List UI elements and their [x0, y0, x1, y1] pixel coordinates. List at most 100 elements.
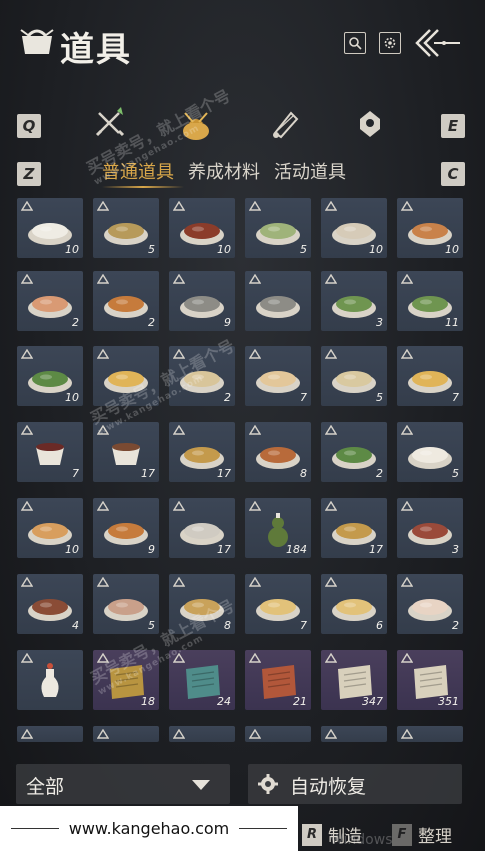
key-hint-r: R	[302, 823, 322, 846]
settings-button[interactable]	[379, 32, 401, 54]
item-slot[interactable]: 21	[245, 650, 311, 710]
oyster-icon	[180, 296, 224, 319]
item-quantity: 10	[65, 391, 79, 404]
greens-bowl-icon	[332, 296, 376, 319]
item-slot[interactable]: 10	[17, 498, 83, 558]
item-slot[interactable]: 9	[169, 271, 235, 331]
chevron-down-icon	[192, 780, 210, 790]
item-quantity: 17	[369, 543, 383, 556]
item-slot[interactable]	[17, 650, 83, 710]
item-slot[interactable]: 17	[93, 422, 159, 482]
item-quantity: 18	[141, 695, 155, 708]
tab-event-items[interactable]: 活动道具	[274, 158, 346, 184]
sort-label: 整理	[418, 827, 452, 847]
sort-button[interactable]: F 整理	[392, 822, 452, 847]
greens-plate-icon	[332, 447, 376, 470]
flatbread-icon	[332, 599, 376, 622]
key-hint-z[interactable]: Z	[17, 162, 41, 186]
header: 道具	[0, 0, 485, 90]
item-quantity: 9	[148, 543, 155, 556]
item-slot[interactable]: 4	[17, 574, 83, 634]
item-slot[interactable]	[169, 726, 235, 742]
oyster-icon	[256, 296, 300, 319]
item-slot[interactable]: 351	[397, 650, 463, 710]
item-quantity: 351	[438, 695, 459, 708]
item-slot[interactable]: 10	[397, 198, 463, 258]
item-slot[interactable]	[245, 271, 311, 331]
search-button[interactable]	[344, 32, 366, 54]
item-tier-icon	[249, 729, 261, 739]
item-slot[interactable]: 7	[245, 346, 311, 406]
item-slot[interactable]: 347	[321, 650, 387, 710]
auto-restore-label: 自动恢复	[290, 776, 367, 798]
key-hint-q[interactable]: Q	[17, 114, 41, 138]
back-arrow-icon[interactable]	[414, 26, 462, 60]
fish-fillet-icon	[28, 296, 72, 319]
item-slot[interactable]: 10	[17, 198, 83, 258]
item-quantity: 2	[452, 619, 459, 632]
item-slot[interactable]	[245, 726, 311, 742]
item-quantity: 5	[376, 391, 383, 404]
item-slot[interactable]: 5	[245, 198, 311, 258]
item-slot[interactable]: 2	[93, 271, 159, 331]
item-slot[interactable]: 10	[169, 198, 235, 258]
key-hint-c[interactable]: C	[441, 162, 465, 186]
key-hint-e[interactable]: E	[441, 114, 465, 138]
tab-map[interactable]	[350, 104, 390, 144]
item-slot[interactable]: 8	[245, 422, 311, 482]
item-slot[interactable]: 9	[93, 498, 159, 558]
key-hint-f: F	[392, 823, 412, 846]
item-slot[interactable]: 5	[397, 422, 463, 482]
item-slot[interactable]: 18	[93, 650, 159, 710]
item-quantity: 17	[217, 467, 231, 480]
item-slot[interactable]: 10	[321, 198, 387, 258]
location-pin-icon	[360, 111, 380, 137]
item-slot[interactable]: 2	[321, 422, 387, 482]
item-slot[interactable]: 184	[245, 498, 311, 558]
item-quantity: 3	[376, 316, 383, 329]
item-slot[interactable]: 2	[169, 346, 235, 406]
item-quantity: 10	[445, 243, 459, 256]
item-slot[interactable]: 7	[397, 346, 463, 406]
item-quantity: 21	[293, 695, 307, 708]
item-quantity: 17	[141, 467, 155, 480]
tab-scrolls[interactable]	[264, 104, 304, 144]
item-slot[interactable]: 7	[245, 574, 311, 634]
scroll-icon	[273, 111, 299, 139]
item-slot[interactable]: 17	[321, 498, 387, 558]
item-slot[interactable]: 3	[321, 271, 387, 331]
stew-icon	[104, 296, 148, 319]
item-slot[interactable]	[397, 726, 463, 742]
tab-items[interactable]	[176, 104, 216, 144]
tab-common-items[interactable]: 普通道具	[102, 158, 174, 184]
item-slot[interactable]	[93, 726, 159, 742]
item-slot[interactable]	[17, 726, 83, 742]
item-slot[interactable]: 3	[397, 498, 463, 558]
item-quantity: 5	[300, 243, 307, 256]
tab-growth-materials[interactable]: 养成材料	[188, 158, 260, 184]
tab-equipment[interactable]	[90, 104, 130, 144]
item-slot[interactable]: 5	[93, 198, 159, 258]
item-slot[interactable]: 5	[93, 574, 159, 634]
pot-icon	[28, 599, 72, 622]
item-slot[interactable]: 17	[169, 498, 235, 558]
item-slot[interactable]: 2	[397, 574, 463, 634]
auto-restore-button[interactable]: 自动恢复	[248, 764, 462, 804]
item-slot[interactable]: 10	[17, 346, 83, 406]
item-slot[interactable]	[93, 346, 159, 406]
item-slot[interactable]: 7	[17, 422, 83, 482]
sub-tab-bar: 普通道具 养成材料 活动道具	[102, 158, 346, 184]
item-slot[interactable]: 6	[321, 574, 387, 634]
item-slot[interactable]: 8	[169, 574, 235, 634]
item-quantity: 10	[217, 243, 231, 256]
item-tier-icon	[97, 729, 109, 739]
item-slot[interactable]: 24	[169, 650, 235, 710]
item-slot[interactable]: 11	[397, 271, 463, 331]
item-slot[interactable]: 5	[321, 346, 387, 406]
item-slot[interactable]	[321, 726, 387, 742]
filter-dropdown[interactable]: 全部	[16, 764, 230, 804]
item-slot[interactable]: 2	[17, 271, 83, 331]
footer-url: www.kangehao.com	[68, 819, 230, 838]
item-slot[interactable]: 17	[169, 422, 235, 482]
item-quantity: 7	[300, 391, 307, 404]
